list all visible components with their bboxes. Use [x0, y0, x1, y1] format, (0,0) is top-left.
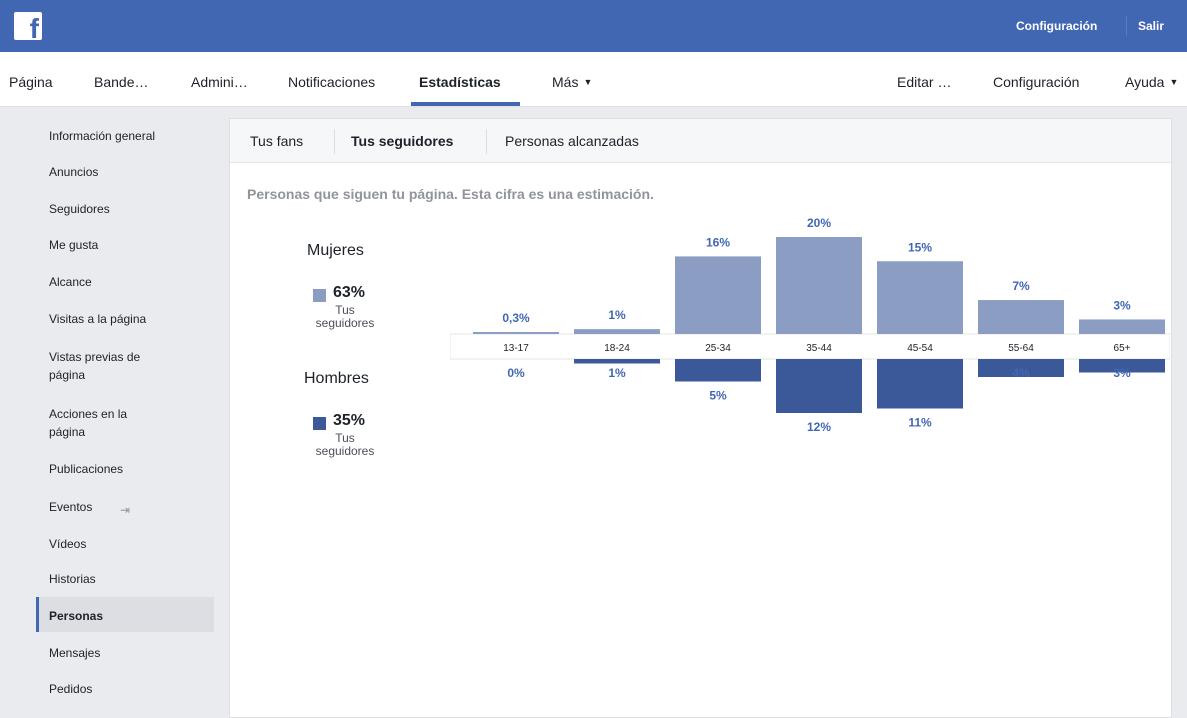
- label-men-13-17: 0%: [507, 366, 525, 380]
- sidebar-item-mensajes[interactable]: Mensajes: [49, 644, 209, 662]
- nav-pagina[interactable]: Página: [9, 74, 53, 90]
- top-bar: f Configuración Salir: [0, 0, 1187, 52]
- sidebar-item-publicaciones[interactable]: Publicaciones: [49, 460, 209, 478]
- logout-link[interactable]: Salir: [1138, 19, 1164, 33]
- bar-women-65+: [1079, 319, 1165, 334]
- sidebar-item-visitas[interactable]: Visitas a la página: [49, 310, 209, 328]
- sidebar-item-acciones[interactable]: Acciones en la página: [49, 405, 159, 441]
- page-nav: Página Bande… Admini… Notificaciones Est…: [0, 52, 1187, 107]
- nav-bandeja[interactable]: Bande…: [94, 74, 148, 90]
- sidebar-item-pedidos[interactable]: Pedidos: [49, 680, 209, 698]
- sidebar-item-alcance[interactable]: Alcance: [49, 273, 209, 291]
- legend-men-subtitle: Tus seguidores: [315, 431, 375, 458]
- facebook-logo-icon[interactable]: f: [14, 12, 42, 43]
- label-men-18-24: 1%: [608, 366, 626, 380]
- legend-women-subtitle: Tus seguidores: [315, 303, 375, 330]
- label-women-35-44: 20%: [807, 216, 831, 230]
- bar-men-35-44: [776, 359, 862, 413]
- label-women-25-34: 16%: [706, 235, 730, 249]
- nav-mas[interactable]: Más ▼: [552, 74, 592, 90]
- bar-women-45-54: [877, 261, 963, 334]
- tab-divider: [334, 129, 335, 154]
- nav-notificaciones[interactable]: Notificaciones: [288, 74, 375, 90]
- nav-mas-label: Más: [552, 74, 579, 90]
- nav-ayuda-label: Ayuda: [1125, 74, 1165, 90]
- legend-men-swatch: [313, 417, 326, 430]
- top-divider: [1126, 16, 1127, 36]
- sidebar-item-me-gusta[interactable]: Me gusta: [49, 236, 209, 254]
- tick-label-35-44: 35-44: [806, 343, 832, 354]
- tab-divider: [486, 129, 487, 154]
- legend-women-swatch: [313, 289, 326, 302]
- label-men-35-44: 12%: [807, 420, 831, 434]
- export-icon[interactable]: ⇥: [120, 503, 130, 517]
- nav-ayuda[interactable]: Ayuda ▼: [1125, 74, 1178, 90]
- legend-women-title: Mujeres: [307, 242, 364, 259]
- insights-card: Tus fans Tus seguidores Personas alcanza…: [229, 118, 1172, 718]
- nav-estadisticas[interactable]: Estadísticas: [419, 74, 501, 90]
- legend-men-title: Hombres: [304, 370, 369, 387]
- audience-tabs: Tus fans Tus seguidores Personas alcanza…: [230, 119, 1171, 163]
- label-women-13-17: 0,3%: [502, 311, 530, 325]
- tick-label-45-54: 45-54: [907, 343, 933, 354]
- sidebar-active-bar: [36, 597, 39, 632]
- tab-tus-fans[interactable]: Tus fans: [250, 133, 303, 149]
- bar-women-13-17: [473, 332, 559, 334]
- bar-women-18-24: [574, 329, 660, 334]
- bar-men-25-34: [675, 359, 761, 382]
- tick-label-55-64: 55-64: [1008, 343, 1034, 354]
- age-gender-chart: 0,3% 0% 13-17 1% 1% 18-24 16% 5% 25-34 20% 12% 35-4…: [450, 216, 1170, 434]
- nav-configuracion[interactable]: Configuración: [993, 74, 1079, 90]
- sidebar-item-seguidores[interactable]: Seguidores: [49, 200, 209, 218]
- bar-women-25-34: [675, 256, 761, 334]
- tick-label-25-34: 25-34: [705, 343, 731, 354]
- label-men-65+: 3%: [1113, 366, 1131, 380]
- top-settings-link[interactable]: Configuración: [1016, 19, 1097, 33]
- chart-description: Personas que siguen tu página. Esta cifr…: [247, 186, 654, 202]
- sidebar: Información general Anuncios Seguidores …: [0, 107, 222, 708]
- bar-men-18-24: [574, 359, 660, 364]
- label-women-55-64: 7%: [1012, 279, 1030, 293]
- sidebar-item-personas[interactable]: Personas: [49, 607, 209, 625]
- bar-men-45-54: [877, 359, 963, 409]
- nav-administrador[interactable]: Admini…: [191, 74, 248, 90]
- legend-women-percent: 63%: [333, 284, 366, 301]
- caret-down-icon: ▼: [583, 77, 593, 87]
- sidebar-item-informacion-general[interactable]: Información general: [49, 127, 209, 145]
- label-men-55-64: 4%: [1012, 366, 1030, 380]
- label-women-45-54: 15%: [908, 240, 932, 254]
- label-men-25-34: 5%: [709, 389, 727, 403]
- tick-label-18-24: 18-24: [604, 343, 630, 354]
- tab-personas-alcanzadas[interactable]: Personas alcanzadas: [505, 133, 639, 149]
- legend-men-percent: 35%: [333, 412, 366, 429]
- sidebar-item-historias[interactable]: Historias: [49, 570, 209, 588]
- tab-tus-seguidores[interactable]: Tus seguidores: [351, 133, 453, 149]
- label-men-45-54: 11%: [908, 416, 932, 430]
- label-women-65+: 3%: [1113, 298, 1131, 312]
- tick-label-65+: 65+: [1114, 343, 1131, 354]
- caret-down-icon: ▼: [1169, 77, 1179, 87]
- tick-label-13-17: 13-17: [503, 343, 529, 354]
- bar-women-35-44: [776, 237, 862, 334]
- sidebar-item-vistas-previas[interactable]: Vistas previas de página: [49, 348, 169, 384]
- nav-editar[interactable]: Editar …: [897, 74, 951, 90]
- bar-women-55-64: [978, 300, 1064, 334]
- sidebar-item-anuncios[interactable]: Anuncios: [49, 163, 209, 181]
- label-women-18-24: 1%: [608, 308, 626, 322]
- active-nav-indicator: [411, 102, 520, 106]
- sidebar-item-videos[interactable]: Vídeos: [49, 535, 209, 553]
